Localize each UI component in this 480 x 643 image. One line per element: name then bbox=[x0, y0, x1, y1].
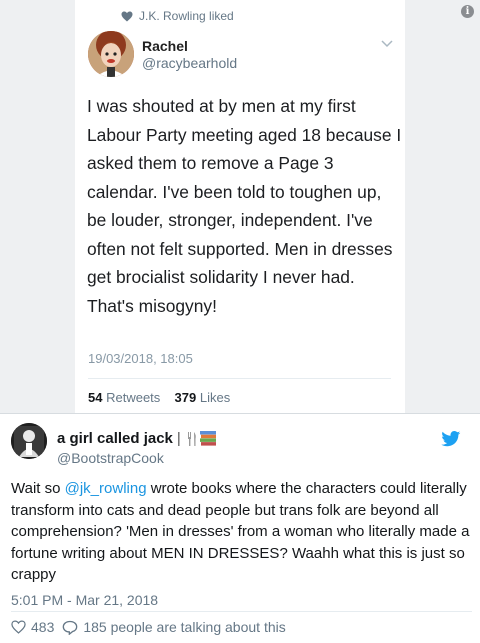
embedded-tweet-card: J.K. Rowling liked Rachel @racybearhold … bbox=[75, 0, 405, 413]
twitter-bird-icon[interactable] bbox=[441, 431, 461, 447]
embedded-tweet-screenshot: J.K. Rowling liked Rachel @racybearhold … bbox=[0, 0, 480, 413]
chevron-down-icon bbox=[381, 40, 393, 48]
tweet-text-part1: Wait so bbox=[11, 480, 65, 497]
reply-bubble-icon[interactable] bbox=[62, 620, 78, 635]
author-name: Rachel bbox=[142, 38, 188, 54]
author-name-row[interactable]: a girl called jack | bbox=[57, 430, 217, 447]
tweet-text: I was shouted at by men at my first Labo… bbox=[87, 96, 402, 316]
liked-by-row: J.K. Rowling liked bbox=[121, 8, 234, 24]
likes-count: 379 bbox=[174, 390, 197, 405]
mention-link[interactable]: @jk_rowling bbox=[65, 480, 147, 497]
divider bbox=[0, 413, 480, 414]
avatar bbox=[88, 31, 134, 77]
talking-about-text[interactable]: 185 people are talking about this bbox=[83, 619, 285, 635]
divider bbox=[88, 378, 391, 379]
author-handle: @racybearhold bbox=[142, 55, 238, 71]
tweet-text: Wait so @jk_rowling wrote books where th… bbox=[11, 478, 473, 586]
tweet-stats: 54 Retweets 379 Likes bbox=[88, 390, 230, 405]
author-handle[interactable]: @BootstrapCook bbox=[57, 450, 164, 466]
heart-icon bbox=[121, 11, 133, 21]
name-separator: | bbox=[176, 430, 181, 447]
liked-by-label: J.K. Rowling liked bbox=[139, 9, 234, 23]
info-icon[interactable]: i bbox=[461, 5, 474, 18]
divider bbox=[11, 611, 472, 612]
books-icon bbox=[199, 431, 216, 446]
likes-label: Likes bbox=[199, 390, 231, 405]
avatar[interactable] bbox=[11, 423, 47, 459]
tweet-actions: 483 185 people are talking about this bbox=[11, 619, 286, 635]
fork-knife-icon bbox=[187, 431, 196, 446]
author-name[interactable]: a girl called jack bbox=[57, 430, 173, 447]
tweet-timestamp: 19/03/2018, 18:05 bbox=[88, 351, 193, 366]
like-heart-icon[interactable] bbox=[11, 620, 26, 634]
retweets-label: Retweets bbox=[106, 390, 161, 405]
retweets-count: 54 bbox=[88, 390, 103, 405]
likes-count[interactable]: 483 bbox=[31, 619, 54, 635]
tweet-timestamp[interactable]: 5:01 PM - Mar 21, 2018 bbox=[11, 592, 158, 608]
